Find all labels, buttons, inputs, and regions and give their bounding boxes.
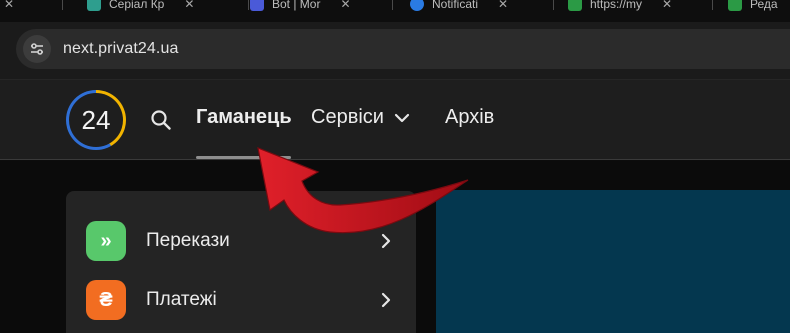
menu-item-payments[interactable]: ₴ Платежі [86, 280, 396, 320]
hryvnia-icon: ₴ [86, 280, 126, 320]
site-settings-icon[interactable] [23, 35, 51, 63]
menu-item-label: Платежі [146, 289, 217, 310]
site-header: 24 Гаманець Сервіси Архів [0, 80, 790, 160]
browser-tab[interactable]: Серіал Кр ✕ [87, 0, 194, 15]
nav-wallet[interactable]: Гаманець [196, 106, 292, 129]
main-content: » Перекази ₴ Платежі [0, 161, 790, 333]
tab-favicon-icon [410, 0, 424, 11]
address-bar[interactable]: next.privat24.ua [16, 29, 790, 69]
browser-tab[interactable]: https://my ✕ [568, 0, 672, 15]
promo-banner[interactable] [436, 190, 790, 333]
url-text: next.privat24.ua [63, 40, 179, 57]
tab-favicon-icon [568, 0, 582, 11]
chevron-right-icon [376, 290, 396, 310]
nav-services[interactable]: Сервіси [311, 106, 410, 129]
browser-tab[interactable]: Bot | Mor ✕ [250, 0, 351, 15]
menu-item-label: Перекази [146, 230, 230, 251]
browser-toolbar: next.privat24.ua [0, 22, 790, 80]
tab-separator [392, 0, 393, 10]
tab-separator [62, 0, 63, 10]
logo-text: 24 [69, 93, 123, 147]
close-icon[interactable]: ✕ [4, 0, 14, 11]
browser-tab-strip: ✕ Серіал Кр ✕ Bot | Mor ✕ Notificati ✕ h… [0, 0, 790, 22]
active-tab-indicator [196, 156, 291, 159]
tab-title: Реда [750, 0, 778, 11]
browser-tab[interactable]: Notificati ✕ [410, 0, 508, 15]
tab-title: Серіал Кр [109, 0, 165, 11]
tab-favicon-icon [87, 0, 101, 11]
tab-title: Notificati [432, 0, 479, 11]
tab-separator [553, 0, 554, 10]
privat24-logo[interactable]: 24 [66, 90, 126, 150]
double-chevron-icon: » [86, 221, 126, 261]
chevron-right-icon [376, 231, 396, 251]
tab-title: Bot | Mor [272, 0, 321, 11]
tab-favicon-icon [728, 0, 742, 11]
browser-tab[interactable]: Реда [728, 0, 778, 15]
close-icon[interactable]: ✕ [498, 0, 508, 11]
tab-separator [248, 0, 249, 10]
close-icon[interactable]: ✕ [184, 0, 194, 11]
close-icon[interactable]: ✕ [340, 0, 350, 11]
tab-favicon-icon [250, 0, 264, 11]
search-icon[interactable] [148, 107, 174, 133]
services-menu-card: » Перекази ₴ Платежі [66, 191, 416, 333]
nav-services-label: Сервіси [311, 106, 384, 128]
tab-separator [712, 0, 713, 10]
close-icon[interactable]: ✕ [662, 0, 672, 11]
menu-item-transfers[interactable]: » Перекази [86, 221, 396, 261]
chevron-down-icon [394, 113, 410, 122]
nav-archive[interactable]: Архів [445, 106, 494, 129]
browser-tab[interactable]: ✕ [4, 0, 14, 15]
tab-title: https://my [590, 0, 643, 11]
